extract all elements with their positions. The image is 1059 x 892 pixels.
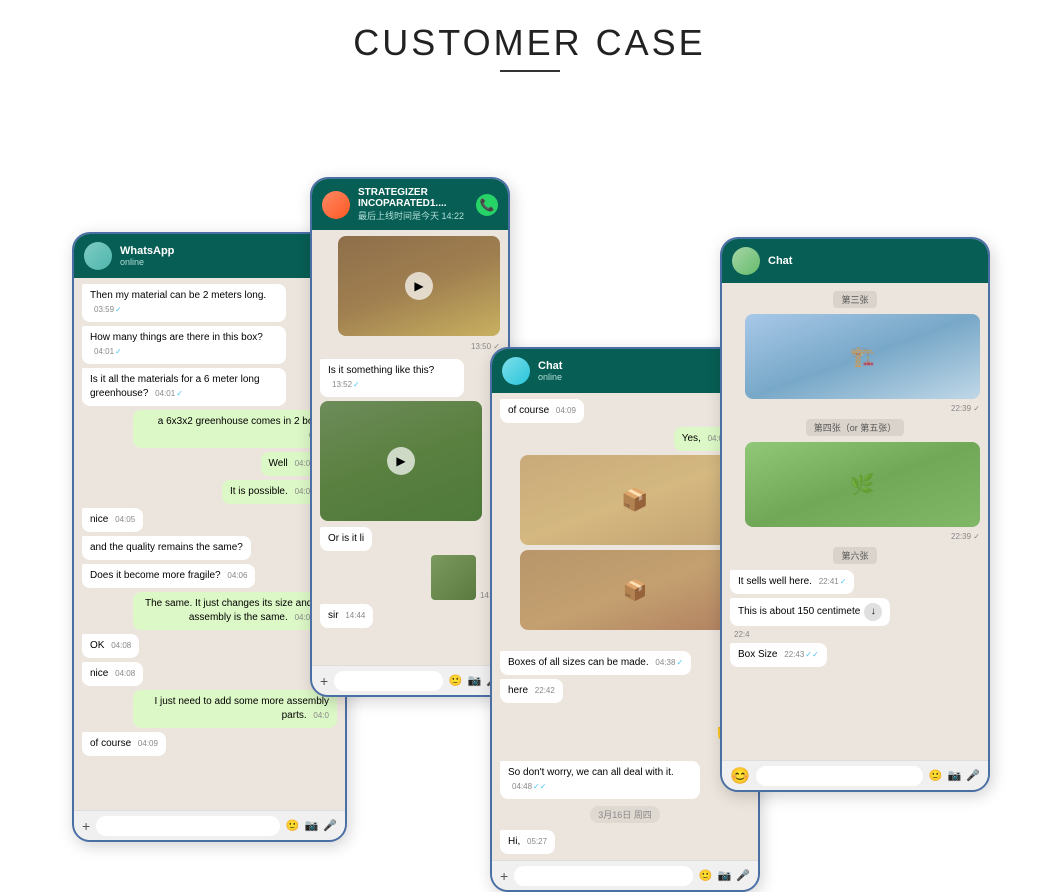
section-label-6: 第六张 xyxy=(833,547,876,564)
msg-bubble: nice 04:05 xyxy=(82,508,143,532)
msg-bubble: Hi, 05:27 xyxy=(500,830,555,854)
chat-header-1: WhatsApp online xyxy=(74,234,345,278)
msg-bubble: Boxes of all sizes can be made. 04:38✓ xyxy=(500,651,691,675)
input-icons-3: 🙂 📷 🎤 xyxy=(699,869,750,882)
screenshot-2: STRATEGIZER INCOPARATED1.... 最后上线时间是今天 1… xyxy=(310,177,510,697)
message-input-3[interactable] xyxy=(514,866,693,886)
chat-header-4: Chat xyxy=(722,239,988,283)
camera-icon-4[interactable]: 📷 xyxy=(948,769,962,782)
msg-bubble: The same. It just changes its size and t… xyxy=(133,592,337,630)
msg-bubble: Box Size 22:43✓✓ xyxy=(730,643,827,667)
chat-input-bar-3[interactable]: + 🙂 📷 🎤 xyxy=(492,860,758,890)
arch-time: 22:39 ✓ xyxy=(951,532,980,541)
date-divider: 3月16日 周四 xyxy=(590,806,660,823)
section-label-3: 第三张 xyxy=(833,291,876,308)
msg-time-3: 22:4 xyxy=(734,630,750,639)
msg-bubble: I just need to add some more assembly pa… xyxy=(133,690,337,728)
msg-bubble: nice 04:08 xyxy=(82,662,143,686)
msg-bubble: Or is it li xyxy=(320,527,372,551)
msg-bubble: sir 14:44 xyxy=(320,604,373,628)
emoji-icon-4[interactable]: 🙂 xyxy=(929,769,943,782)
msg-bubble: Is it all the materials for a 6 meter lo… xyxy=(82,368,286,406)
msg-bubble: Is it something like this? 13:52✓ xyxy=(320,359,464,397)
add-icon[interactable]: + xyxy=(82,818,90,834)
msg-bubble: Then my material can be 2 meters long. 0… xyxy=(82,284,286,322)
contact-status-3: online xyxy=(538,372,748,382)
screenshots-area: WhatsApp online Then my material can be … xyxy=(0,82,1059,852)
chat-body-3: of course 04:09 Yes, 04:09✓✓ 📦 📦 04:36 ✓ xyxy=(492,393,758,860)
greenhouse-image: ▶ xyxy=(320,401,482,521)
play-button-2[interactable]: ▶ xyxy=(387,447,415,475)
header-info-2: STRATEGIZER INCOPARATED1.... 最后上线时间是今天 1… xyxy=(358,187,468,222)
msg-bubble: So don't worry, we can all deal with it.… xyxy=(500,761,700,799)
header-info-3: Chat online xyxy=(538,360,748,382)
arch-image: 🌿 xyxy=(745,442,980,527)
emoji-icon-2[interactable]: 🙂 xyxy=(449,674,463,687)
small-thumbnail xyxy=(431,555,476,600)
message-input-1[interactable] xyxy=(96,816,280,836)
input-icons-4: 🙂 📷 🎤 xyxy=(929,769,980,782)
chat-input-bar-4[interactable]: 😊 🙂 📷 🎤 xyxy=(722,760,988,790)
chat-header-3: Chat online xyxy=(492,349,758,393)
video-thumbnail: ▶ xyxy=(338,236,500,336)
msg-bubble: OK 04:08 xyxy=(82,634,139,658)
screenshot-4: Chat 第三张 🏗️ 22:39 ✓ 第四张（or 第五张） 🌿 22:39 … xyxy=(720,237,990,792)
avatar-1 xyxy=(84,242,112,270)
msg-bubble: How many things are there in this box? 0… xyxy=(82,326,286,364)
contact-name-1: WhatsApp xyxy=(120,245,335,257)
msg-bubble: here 22:42 xyxy=(500,679,563,703)
contact-status-2: 最后上线时间是今天 14:22 xyxy=(358,209,468,222)
add-icon-2[interactable]: + xyxy=(320,673,328,689)
camera-icon[interactable]: 📷 xyxy=(305,819,319,832)
msg-bubble: and the quality remains the same? xyxy=(82,536,251,560)
title-underline xyxy=(500,70,560,72)
contact-name-3: Chat xyxy=(538,360,748,372)
contact-status-1: online xyxy=(120,257,335,267)
structures-image: 🏗️ xyxy=(745,314,980,399)
screenshot-1: WhatsApp online Then my material can be … xyxy=(72,232,347,842)
emoji-icon[interactable]: 🙂 xyxy=(286,819,300,832)
video-call-icon[interactable]: 📞 xyxy=(476,194,498,216)
boxes-image-2: 📦 xyxy=(520,550,750,630)
avatar-4 xyxy=(732,247,760,275)
chat-header-2: STRATEGIZER INCOPARATED1.... 最后上线时间是今天 1… xyxy=(312,179,508,230)
emoji-icon-3[interactable]: 🙂 xyxy=(699,869,713,882)
camera-icon-2[interactable]: 📷 xyxy=(468,674,482,687)
msg-bubble: Does it become more fragile? 04:06 xyxy=(82,564,255,588)
chat-body-4: 第三张 🏗️ 22:39 ✓ 第四张（or 第五张） 🌿 22:39 ✓ 第六张… xyxy=(722,283,988,760)
camera-icon-3[interactable]: 📷 xyxy=(718,869,732,882)
emoji-reaction-icon[interactable]: 😊 xyxy=(730,766,750,786)
expand-icon[interactable]: ↓ xyxy=(864,603,882,621)
avatar-3 xyxy=(502,357,530,385)
header-info-4: Chat xyxy=(768,255,978,267)
msg-bubble: It sells well here. 22:41✓ xyxy=(730,570,854,594)
mic-icon-4[interactable]: 🎤 xyxy=(966,769,980,782)
chat-input-bar-1[interactable]: + 🙂 📷 🎤 xyxy=(74,810,345,840)
contact-name-4: Chat xyxy=(768,255,978,267)
chat-body-2: ▶ 13:50 ✓ Is it something like this? 13:… xyxy=(312,230,508,665)
mic-icon-3[interactable]: 🎤 xyxy=(736,869,750,882)
video-time: 13:50 ✓ xyxy=(471,342,500,351)
msg-bubble: This is about 150 centimete ↓ xyxy=(730,598,890,626)
chat-input-bar-2[interactable]: + 🙂 📷 🎤 xyxy=(312,665,508,695)
msg-bubble: a 6x3x2 greenhouse comes in 2 boxes 04:0… xyxy=(133,410,337,448)
struct-time: 22:39 ✓ xyxy=(951,404,980,413)
page-title: CUSTOMER CASE xyxy=(353,22,705,64)
header-info-1: WhatsApp online xyxy=(120,245,335,267)
contact-name-2: STRATEGIZER INCOPARATED1.... xyxy=(358,187,468,209)
mic-icon[interactable]: 🎤 xyxy=(323,819,337,832)
boxes-image-1: 📦 xyxy=(520,455,750,545)
input-icons-1: 🙂 📷 🎤 xyxy=(286,819,337,832)
chat-body-1: Then my material can be 2 meters long. 0… xyxy=(74,278,345,810)
avatar-2 xyxy=(322,191,350,219)
add-icon-3[interactable]: + xyxy=(500,868,508,884)
msg-bubble: of course 04:09 xyxy=(500,399,584,423)
section-label-4: 第四张（or 第五张） xyxy=(806,419,905,436)
message-input-4[interactable] xyxy=(756,766,923,786)
play-button[interactable]: ▶ xyxy=(405,272,433,300)
msg-bubble: of course 04:09 xyxy=(82,732,166,756)
message-input-2[interactable] xyxy=(334,671,443,691)
